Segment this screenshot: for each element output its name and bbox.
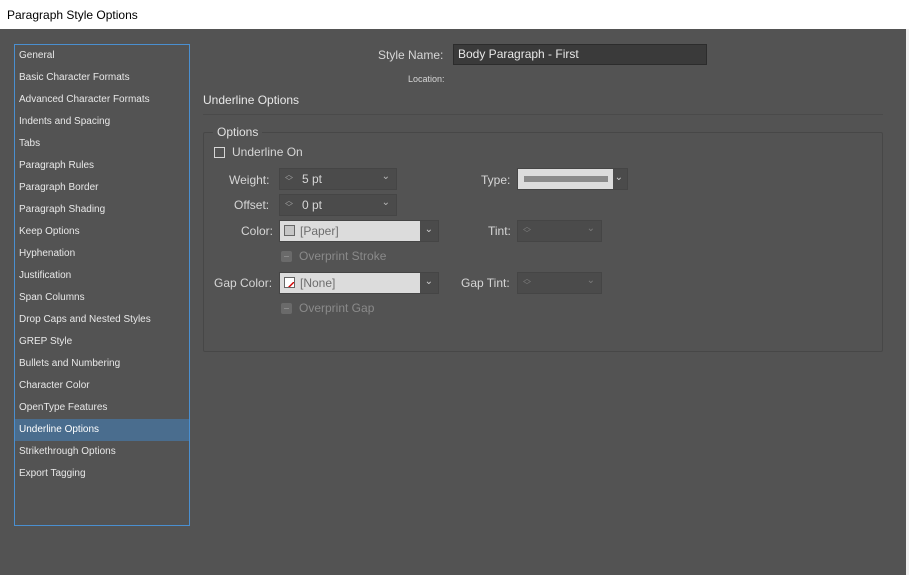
chevron-down-icon[interactable]: ⌄ <box>587 275 595 286</box>
gap-tint-spinner[interactable]: ︿ ﹀ ⌄ <box>517 272 602 294</box>
sidebar-item-paragraph-rules[interactable]: Paragraph Rules <box>15 155 189 177</box>
sidebar-item-advanced-character-formats[interactable]: Advanced Character Formats <box>15 89 189 111</box>
gap-color-label: Gap Color: <box>214 276 273 290</box>
type-label: Type: <box>481 173 511 187</box>
color-dropdown[interactable]: [Paper] ⌄ <box>279 220 439 242</box>
spinner-arrows-icon[interactable]: ︿ ﹀ <box>522 223 532 239</box>
sidebar-item-indents-and-spacing[interactable]: Indents and Spacing <box>15 111 189 133</box>
solid-line-icon <box>524 176 608 182</box>
sidebar-item-drop-caps[interactable]: Drop Caps and Nested Styles <box>15 309 189 331</box>
sidebar-item-opentype-features[interactable]: OpenType Features <box>15 397 189 419</box>
spinner-arrows-icon[interactable]: ︿ ﹀ <box>284 197 294 213</box>
gap-color-value: [None] <box>300 276 336 290</box>
chevron-down-icon[interactable]: ⌄ <box>425 276 433 287</box>
section-title: Underline Options <box>203 93 300 107</box>
options-group-label: Options <box>213 125 263 139</box>
sidebar-item-general[interactable]: General <box>15 45 189 67</box>
type-preview <box>518 169 613 189</box>
sidebar-item-underline-options[interactable]: Underline Options <box>15 419 189 441</box>
color-value: [Paper] <box>300 224 339 238</box>
sidebar-item-bullets-and-numbering[interactable]: Bullets and Numbering <box>15 353 189 375</box>
sidebar-item-keep-options[interactable]: Keep Options <box>15 221 189 243</box>
overprint-gap-checkbox[interactable] <box>281 303 292 314</box>
overprint-stroke-checkbox[interactable] <box>281 251 292 262</box>
sidebar-item-grep-style[interactable]: GREP Style <box>15 331 189 353</box>
sidebar-item-basic-character-formats[interactable]: Basic Character Formats <box>15 67 189 89</box>
chevron-down-icon[interactable]: ⌄ <box>615 172 623 183</box>
weight-value: 5 pt <box>302 172 323 186</box>
chevron-down-icon[interactable]: ⌄ <box>587 223 595 234</box>
style-name-label: Style Name: <box>378 48 444 62</box>
none-swatch-icon <box>284 277 295 288</box>
sidebar-item-paragraph-border[interactable]: Paragraph Border <box>15 177 189 199</box>
tint-spinner[interactable]: ︿ ﹀ ⌄ <box>517 220 602 242</box>
sidebar-item-paragraph-shading[interactable]: Paragraph Shading <box>15 199 189 221</box>
category-list[interactable]: General Basic Character Formats Advanced… <box>14 44 190 526</box>
sidebar-item-character-color[interactable]: Character Color <box>15 375 189 397</box>
sidebar-item-export-tagging[interactable]: Export Tagging <box>15 463 189 485</box>
style-name-input[interactable]: Body Paragraph - First <box>453 44 707 65</box>
type-dropdown[interactable]: ⌄ <box>517 168 628 190</box>
paper-swatch-icon <box>284 225 295 236</box>
tint-label: Tint: <box>488 224 511 238</box>
weight-spinner[interactable]: ︿ ﹀ 5 pt ⌄ <box>279 168 397 190</box>
sidebar-item-span-columns[interactable]: Span Columns <box>15 287 189 309</box>
gap-color-dropdown[interactable]: [None] ⌄ <box>279 272 439 294</box>
window-title: Paragraph Style Options <box>7 7 138 22</box>
chevron-down-icon[interactable]: ⌄ <box>382 171 390 182</box>
section-divider <box>203 114 883 115</box>
sidebar-item-tabs[interactable]: Tabs <box>15 133 189 155</box>
offset-spinner[interactable]: ︿ ﹀ 0 pt ⌄ <box>279 194 397 216</box>
options-group <box>203 132 883 352</box>
overprint-stroke-label: Overprint Stroke <box>299 249 387 263</box>
offset-value: 0 pt <box>302 198 323 212</box>
window-titlebar: Paragraph Style Options <box>0 0 909 29</box>
sidebar-item-justification[interactable]: Justification <box>15 265 189 287</box>
overprint-gap-label: Overprint Gap <box>299 301 375 315</box>
color-field: [Paper] <box>280 221 420 241</box>
spinner-arrows-icon[interactable]: ︿ ﹀ <box>284 171 294 187</box>
location-label: Location: <box>408 74 445 84</box>
underline-on-label: Underline On <box>232 145 303 159</box>
spinner-arrows-icon[interactable]: ︿ ﹀ <box>522 275 532 291</box>
sidebar-item-hyphenation[interactable]: Hyphenation <box>15 243 189 265</box>
weight-label: Weight: <box>229 173 270 187</box>
chevron-down-icon[interactable]: ⌄ <box>425 224 433 235</box>
sidebar-item-strikethrough-options[interactable]: Strikethrough Options <box>15 441 189 463</box>
offset-label: Offset: <box>234 198 270 212</box>
underline-on-checkbox[interactable] <box>214 147 225 158</box>
chevron-down-icon[interactable]: ⌄ <box>382 197 390 208</box>
gap-tint-label: Gap Tint: <box>461 276 510 290</box>
gap-color-field: [None] <box>280 273 420 293</box>
color-label: Color: <box>241 224 274 238</box>
